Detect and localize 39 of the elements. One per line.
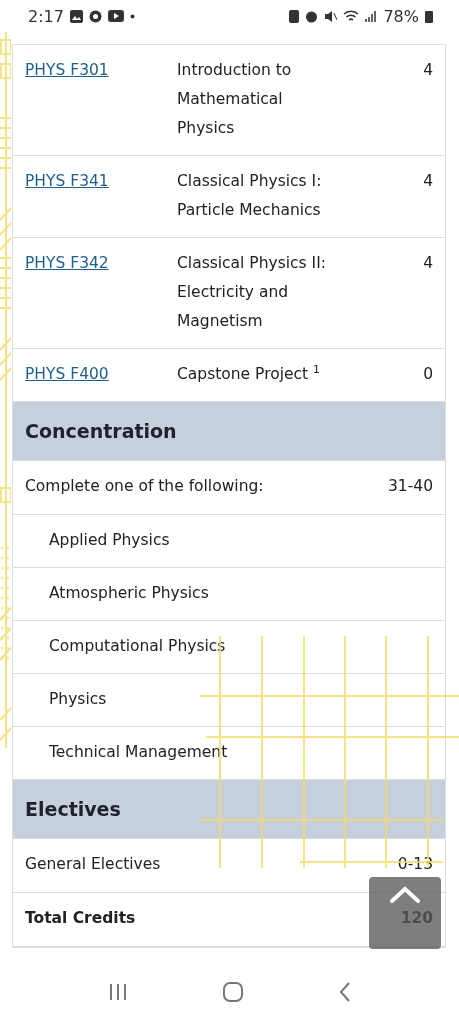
battery-icon bbox=[425, 9, 433, 23]
scroll-to-top-button[interactable] bbox=[369, 877, 441, 949]
course-link[interactable]: PHYS F341 bbox=[25, 167, 177, 196]
credits: 4 bbox=[423, 253, 433, 274]
row-label: Complete one of the following: bbox=[25, 476, 264, 497]
section-title: Concentration bbox=[25, 420, 177, 442]
concentration-option: Technical Management bbox=[25, 738, 228, 767]
credits: 0-13 bbox=[397, 854, 433, 875]
dot-icon bbox=[129, 13, 135, 19]
credits: 4 bbox=[423, 60, 433, 81]
row-label: General Electives bbox=[25, 854, 161, 875]
course-title: Introduction to Mathematical Physics bbox=[177, 60, 293, 139]
course-title: Classical Physics I: Particle Mechanics bbox=[177, 171, 323, 221]
course-link[interactable]: PHYS F342 bbox=[25, 249, 177, 278]
signal-icon bbox=[365, 9, 378, 23]
credits: 4 bbox=[423, 171, 433, 192]
course-title: Capstone Project $^{1}$ bbox=[177, 361, 321, 385]
recent-apps-icon bbox=[107, 983, 128, 1001]
concentration-option: Physics bbox=[25, 685, 107, 714]
wifi-icon bbox=[343, 9, 360, 23]
browser-icon bbox=[88, 9, 102, 23]
total-label: Total Credits bbox=[25, 908, 136, 929]
concentration-option: Applied Physics bbox=[25, 526, 170, 555]
battery-percent: 78% bbox=[383, 6, 419, 26]
concentration-option: Computational Physics bbox=[25, 632, 226, 661]
credits: 0 bbox=[423, 364, 433, 385]
back-icon bbox=[339, 982, 352, 1002]
home-icon bbox=[223, 982, 244, 1002]
video-icon bbox=[107, 10, 124, 22]
mute-icon bbox=[324, 9, 338, 23]
concentration-option: Atmospheric Physics bbox=[25, 579, 209, 608]
chevron-up-icon bbox=[389, 885, 421, 903]
course-link[interactable]: PHYS F400 bbox=[25, 360, 177, 389]
image-icon bbox=[69, 9, 83, 23]
status-time: 2:17 bbox=[28, 6, 64, 26]
section-title: Electives bbox=[25, 798, 121, 820]
credits: 31-40 bbox=[387, 476, 433, 497]
course-title: Classical Physics II: Electricity and Magnetism bbox=[177, 253, 327, 332]
course-link[interactable]: PHYS F301 bbox=[25, 56, 177, 85]
